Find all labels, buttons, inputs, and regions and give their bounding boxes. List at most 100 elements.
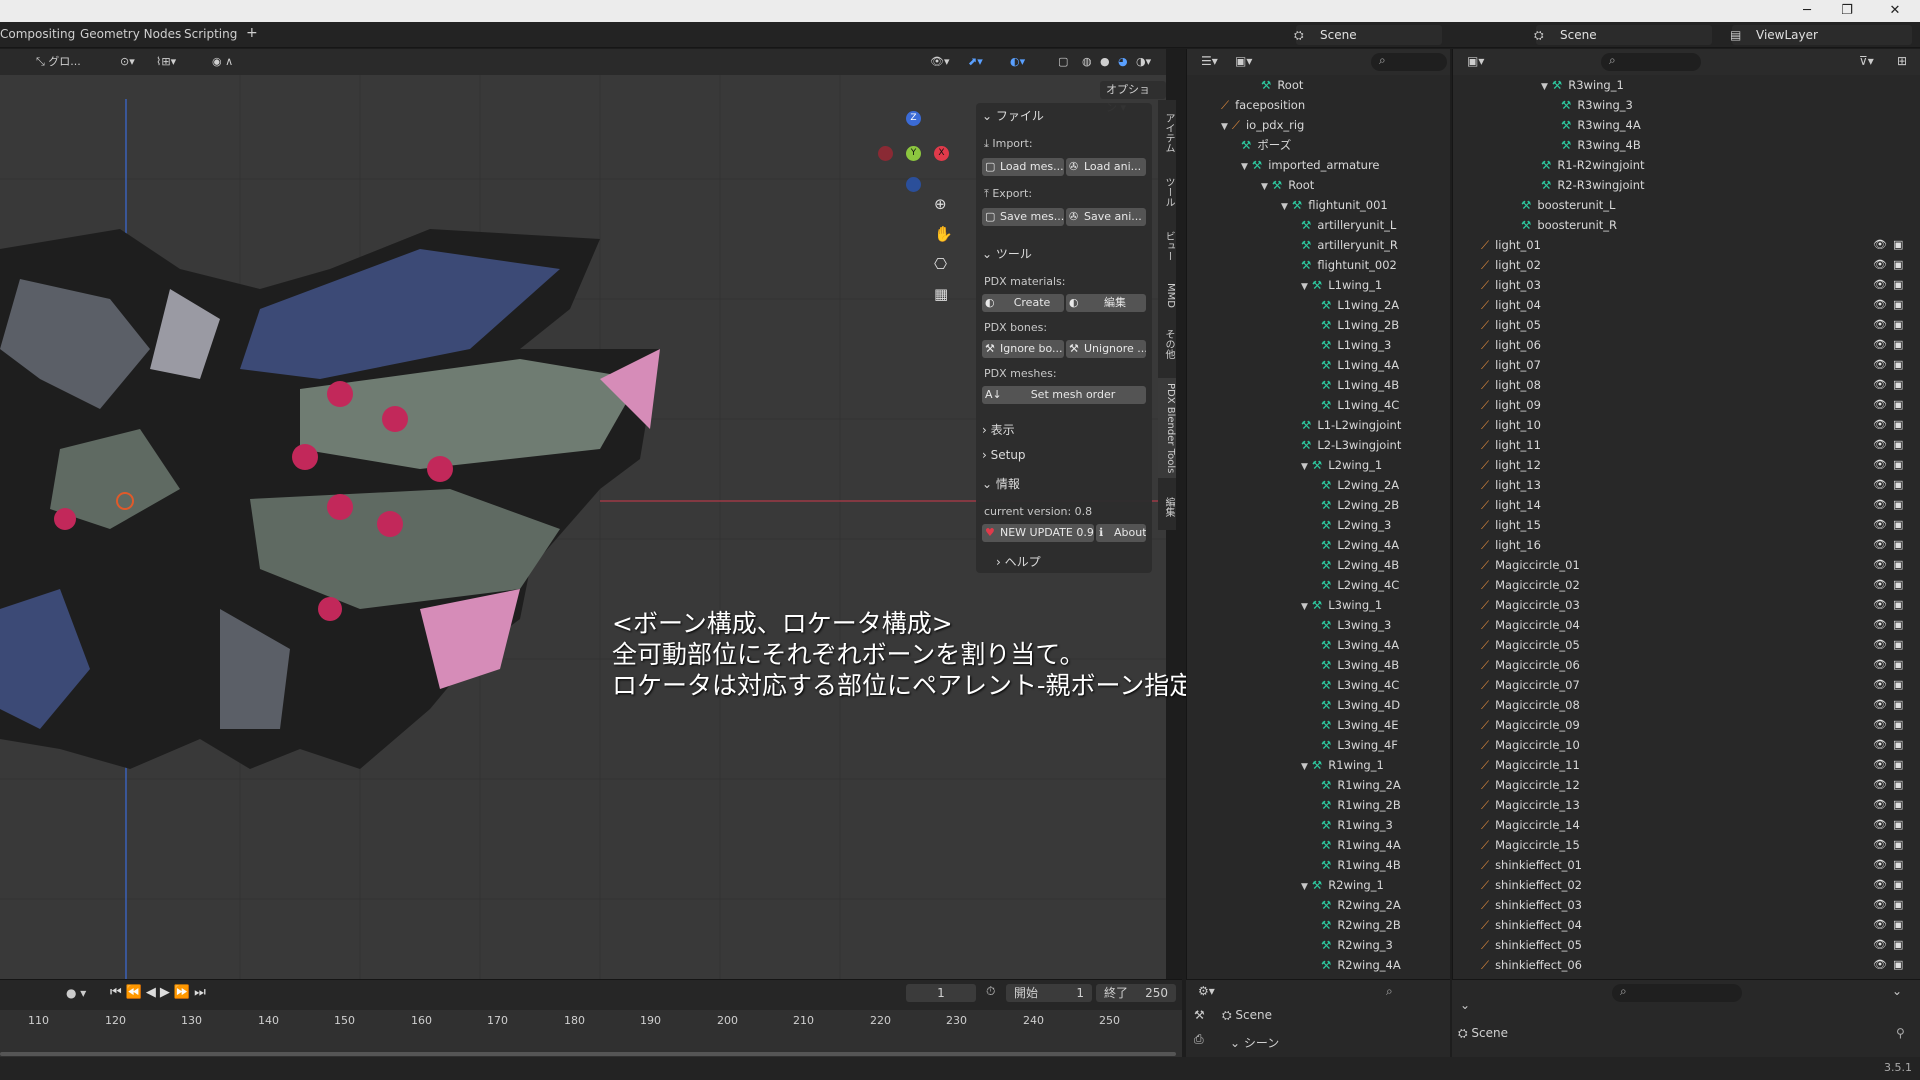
outliner-row[interactable]: ⟋ Magiccircle_07 [1481,675,1580,695]
visibility-eye-icon[interactable]: 👁 [1873,778,1887,791]
outliner-row[interactable]: ⟋ light_11 [1481,435,1541,455]
visibility-eye-icon[interactable]: 👁 [1873,298,1887,311]
render-camera-icon[interactable]: ▣ [1893,558,1907,571]
outliner-row[interactable]: ⟋ Magiccircle_06 [1481,655,1580,675]
outliner-row[interactable]: ⟋ light_14 [1481,495,1541,515]
visibility-eye-icon[interactable]: 👁 [1873,518,1887,531]
tab-view[interactable]: ビュー [1158,226,1176,266]
outliner-row[interactable]: ⟋ light_12 [1481,455,1541,475]
tool-icon[interactable]: ⚒ [1194,1008,1205,1022]
visibility-eye-icon[interactable]: 👁 [1873,938,1887,951]
expand-toggle-icon[interactable]: ▼ [1301,282,1308,292]
outliner-row[interactable]: ⟋ Magiccircle_08 [1481,695,1580,715]
load-anim-button[interactable]: ✇ Load ani... [1066,158,1146,176]
expand-toggle-icon[interactable]: ▼ [1301,882,1308,892]
outliner-row[interactable]: ⚒ L2wing_2B [1321,495,1399,515]
outliner-row[interactable]: ⟋ shinkieffect_03 [1481,895,1582,915]
render-camera-icon[interactable]: ▣ [1893,418,1907,431]
visibility-eye-icon[interactable]: 👁 [1873,558,1887,571]
ignore-bones-button[interactable]: ⚒ Ignore bo... [982,340,1064,358]
outliner-row[interactable]: ⚒ Root [1261,75,1303,95]
visibility-eye-icon[interactable]: 👁 [1873,638,1887,651]
navigation-gizmo[interactable]: Z Y X [876,111,956,192]
gizmo-neg-z-axis[interactable] [906,177,921,192]
outliner-row[interactable]: ▼ ⚒ flightunit_001 [1281,195,1388,215]
gizmo-y-axis[interactable]: Y [906,146,921,161]
render-camera-icon[interactable]: ▣ [1893,318,1907,331]
outliner-row[interactable]: ⚒ L3wing_4E [1321,715,1399,735]
tab-scripting[interactable]: Scripting [184,27,237,41]
outliner-row[interactable]: ⟋ light_03 [1481,275,1541,295]
render-camera-icon[interactable]: ▣ [1893,578,1907,591]
render-camera-icon[interactable]: ▣ [1893,718,1907,731]
render-camera-icon[interactable]: ▣ [1893,898,1907,911]
add-workspace-button[interactable]: + [246,25,258,41]
properties-search-input[interactable]: ⌕ [1612,984,1742,1002]
outliner-row[interactable]: ⚒ R1wing_2B [1321,795,1401,815]
outliner-row[interactable]: ⟋ Magiccircle_02 [1481,575,1580,595]
end-frame-field[interactable]: 終了 250 [1096,984,1176,1002]
visibility-eye-icon[interactable]: 👁 [1873,878,1887,891]
render-icon[interactable]: ⎙ [1194,1032,1204,1047]
outliner-row[interactable]: ⚒ L2-L3wingjoint [1301,435,1401,455]
render-camera-icon[interactable]: ▣ [1893,698,1907,711]
render-camera-icon[interactable]: ▣ [1893,238,1907,251]
render-camera-icon[interactable]: ▣ [1893,338,1907,351]
outliner-row[interactable]: ⚒ L2wing_4A [1321,535,1399,555]
tab-edit[interactable]: 編集 [1158,492,1176,522]
orientation-dropdown[interactable]: ⤡ グロ... [36,53,81,71]
outliner-row[interactable]: ⟋ Magiccircle_10 [1481,735,1580,755]
visibility-eye-icon[interactable]: 👁 [1873,338,1887,351]
create-material-button[interactable]: ◐ Create [982,294,1064,312]
playback-controls[interactable]: ⏮⏪◀▶⏩⏭ [110,985,210,1000]
visibility-eye-icon[interactable]: 👁 [1873,658,1887,671]
outliner-row[interactable]: ⟋ light_02 [1481,255,1541,275]
timeline-track[interactable] [0,1010,1182,1058]
visibility-eye-icon[interactable]: 👁 [1873,378,1887,391]
display-section-header[interactable]: › 表示 [982,421,1015,438]
outliner-row[interactable]: ⚒ R2wing_2A [1321,895,1401,915]
outliner-row[interactable]: ⟋ light_08 [1481,375,1541,395]
render-camera-icon[interactable]: ▣ [1893,358,1907,371]
edit-material-button[interactable]: ◐ 編集 [1066,294,1146,312]
outliner-left[interactable]: ☰▾ ▣▾ ⌕ ⚒ Root ⟋ faceposition ▼ ⟋ io_pdx_rig ⚒ ポ… [1186,49,1450,979]
timeline-scrollbar[interactable] [0,1052,1176,1056]
scene-section-header[interactable]: ⌄ シーン [1230,1034,1279,1051]
outliner-row[interactable]: ⟋ Magiccircle_11 [1481,755,1580,775]
outliner-row[interactable]: ⚒ L1wing_4C [1321,395,1399,415]
visibility-eye-icon[interactable]: 👁 [1873,718,1887,731]
display-mode-icon[interactable]: ▣▾ [1235,54,1252,68]
outliner-row[interactable]: ⚒ L1wing_4A [1321,355,1399,375]
render-camera-icon[interactable]: ▣ [1893,258,1907,271]
outliner-row[interactable]: ⟋ shinkieffect_04 [1481,915,1582,935]
outliner-row[interactable]: ▼ ⚒ L2wing_1 [1301,455,1382,475]
visibility-eye-icon[interactable]: 👁 [1873,458,1887,471]
visibility-eye-icon[interactable]: 👁 [1873,678,1887,691]
search-icon[interactable]: ⌕ [1386,984,1393,999]
outliner-row[interactable]: ⚒ L1wing_3 [1321,335,1391,355]
outliner-row[interactable]: ⟋ light_13 [1481,475,1541,495]
outliner-row[interactable]: ⚒ artilleryunit_L [1301,215,1396,235]
timeline[interactable]: ● ▾ ⏮⏪◀▶⏩⏭ 1 ⏱ 開始 1 終了 250 110 120 130 1… [0,979,1182,1058]
visibility-eye-icon[interactable]: 👁 [1873,438,1887,451]
outliner-row[interactable]: ⚒ L3wing_4B [1321,655,1399,675]
minimize-icon[interactable]: ─ [1792,2,1822,20]
outliner-row[interactable]: ⚒ L2wing_2A [1321,475,1399,495]
render-camera-icon[interactable]: ▣ [1893,298,1907,311]
outliner-row[interactable]: ⟋ Magiccircle_04 [1481,615,1580,635]
render-camera-icon[interactable]: ▣ [1893,878,1907,891]
expand-toggle-icon[interactable]: ▼ [1301,462,1308,472]
current-frame-field[interactable]: 1 [906,984,976,1002]
visibility-eye-icon[interactable]: 👁 [1873,918,1887,931]
outliner-row[interactable]: ⟋ light_16 [1481,535,1541,555]
outliner-row[interactable]: ⟋ Magiccircle_14 [1481,815,1580,835]
gizmo-neg-x-axis[interactable] [878,146,893,161]
tab-compositing[interactable]: Compositing [0,27,75,41]
gizmo-z-axis[interactable]: Z [906,111,921,126]
unignore-bones-button[interactable]: ⚒ Unignore ... [1066,340,1146,358]
visibility-eye-icon[interactable]: 👁 [1873,538,1887,551]
outliner-row[interactable]: ⟋ shinkieffect_05 [1481,935,1582,955]
camera-icon[interactable]: ⎔ [934,255,947,273]
visibility-eye-icon[interactable]: 👁 [1873,398,1887,411]
outliner-row[interactable]: ⚒ R3wing_4B [1561,135,1641,155]
